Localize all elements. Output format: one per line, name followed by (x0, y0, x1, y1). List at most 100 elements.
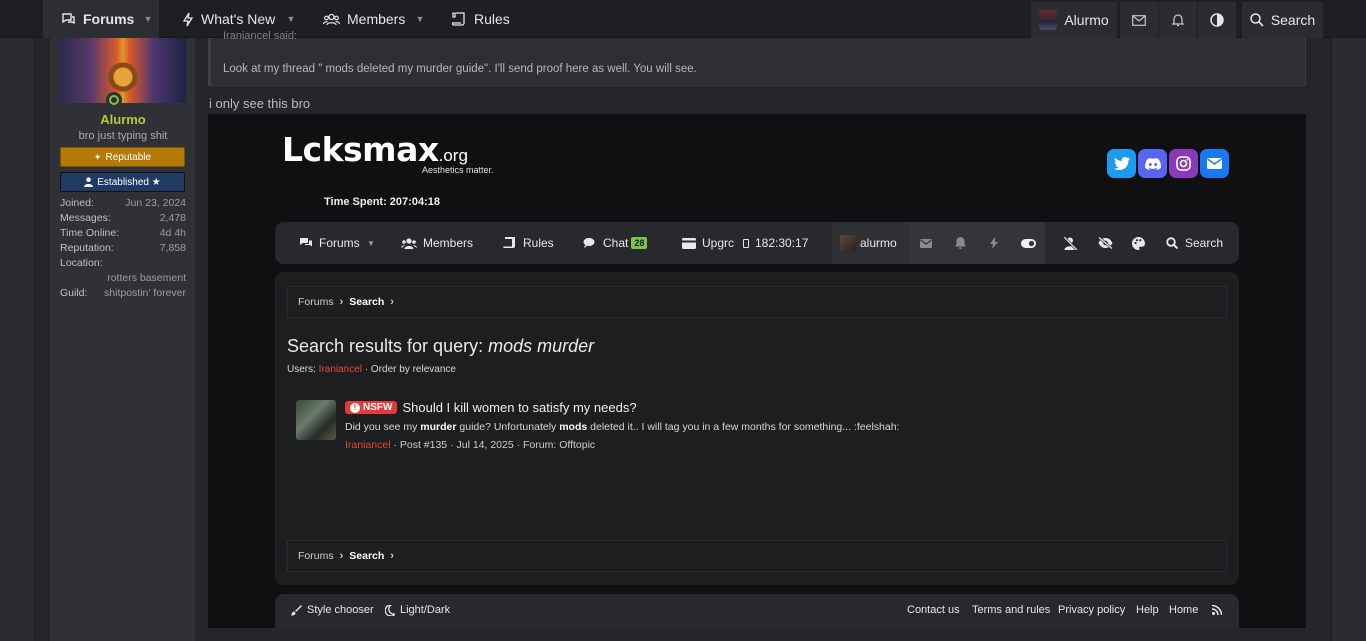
inbox-button[interactable] (1120, 2, 1158, 38)
quote-text: Look at my thread " mods deleted my murd… (223, 63, 697, 75)
avatar (1039, 10, 1058, 30)
user-name-link[interactable]: Alurmo (50, 112, 196, 127)
meta-users-label: Users: (287, 364, 319, 375)
stat-value: Jun 23, 2024 (125, 197, 186, 209)
page-title: Search results for query: mods murder (287, 336, 594, 357)
help-link[interactable]: Help (1136, 604, 1159, 616)
style-chooser-link[interactable]: Style chooser (291, 604, 374, 616)
nav-forums-label: Forums (83, 11, 135, 27)
embedded-nav-upgrade[interactable]: Upgrc (682, 222, 734, 264)
stat-label: Joined: (60, 197, 94, 209)
envelope-icon (1132, 14, 1146, 26)
theme-toggle-button[interactable] (1198, 2, 1236, 38)
nsfw-badge-label: NSFW (363, 402, 393, 413)
meta-order: · Order by relevance (362, 364, 456, 375)
chevron-down-icon[interactable]: ▼ (367, 222, 375, 264)
user-icon (84, 177, 94, 187)
stat-label: Location: (60, 257, 103, 269)
stat-time-online: Time Online: 4d 4h (60, 226, 186, 241)
bolt-icon (182, 12, 194, 26)
attached-screenshot[interactable]: Lcksmax.org Aesthetics matter. Time Spen… (208, 114, 1306, 628)
privacy-link[interactable]: Privacy policy (1058, 604, 1125, 616)
nsfw-badge: ! NSFW (345, 401, 398, 414)
stat-location: Location: (60, 256, 186, 271)
nav-rules-label: Rules (474, 11, 510, 27)
user-stats: Joined: Jun 23, 2024 Messages: 2,478 Time … (60, 196, 186, 301)
reputable-badge-label: Reputable (105, 151, 152, 163)
snippet-highlight: murder (420, 421, 457, 433)
embedded-nav-rules-label: Rules (523, 236, 554, 250)
breadcrumb-search[interactable]: Search (349, 296, 384, 308)
nav-whats-new-label: What's New (201, 11, 276, 27)
embedded-nav-upgrade-label: Upgrc (702, 236, 735, 250)
result-meta: Iraniancel · Post #135 · Jul 14, 2025 · … (345, 439, 595, 451)
user-avatar[interactable] (60, 38, 186, 103)
user-name: Alurmo (1064, 12, 1109, 28)
alerts-button[interactable] (1159, 2, 1197, 38)
embedded-nav-chat[interactable]: Chat 28 (583, 222, 648, 264)
top-nav: Forums ▼ What's New ▼ Members ▼ Rules Al… (0, 0, 1366, 38)
logo-tagline: Aesthetics matter. (422, 165, 494, 175)
terms-link[interactable]: Terms and rules (972, 604, 1050, 616)
home-link[interactable]: Home (1169, 604, 1198, 616)
breadcrumb-forums[interactable]: Forums (298, 296, 334, 308)
search-label: Search (1270, 12, 1316, 28)
user-menu[interactable]: Alurmo (1031, 2, 1117, 38)
credit-card-icon (682, 237, 696, 249)
contact-us-link[interactable]: Contact us (907, 604, 960, 616)
quote-block: Iraniancel said: Look at my thread " mod… (208, 30, 1306, 86)
snippet-text: Did you see my (345, 421, 421, 433)
users-icon (323, 13, 340, 25)
embedded-timer: 182:30:17 (743, 222, 808, 264)
bolt-icon[interactable] (977, 222, 1011, 264)
bell-icon[interactable] (943, 222, 977, 264)
embedded-nav-forums[interactable]: Forums (299, 222, 360, 264)
stat-value: 2,478 (159, 212, 186, 224)
rss-icon[interactable] (1211, 604, 1223, 618)
palette-icon[interactable] (1121, 222, 1155, 264)
user-slash-icon[interactable] (1053, 222, 1087, 264)
embedded-search-button[interactable]: Search (1165, 222, 1223, 264)
email-icon (1200, 149, 1229, 178)
chat-count-badge: 28 (631, 237, 648, 249)
phone-icon (743, 238, 749, 248)
breadcrumb-search[interactable]: Search (349, 550, 384, 562)
toggle-icon[interactable] (1011, 222, 1045, 264)
result-author-link[interactable]: Iraniancel (345, 439, 391, 451)
envelope-icon[interactable] (909, 222, 943, 264)
post-message-text: i only see this bro (209, 96, 311, 111)
nav-members[interactable]: Members (323, 0, 405, 38)
online-indicator-icon (106, 92, 122, 108)
nav-rules[interactable]: Rules (452, 0, 510, 38)
comments-icon (62, 13, 75, 25)
chevron-down-icon[interactable]: ▼ (135, 0, 161, 38)
meta-user-link[interactable]: Iraniancel (319, 364, 362, 375)
chevron-down-icon[interactable]: ▼ (407, 0, 433, 38)
embedded-nav-rules[interactable]: Rules (503, 222, 554, 264)
eye-slash-icon[interactable] (1088, 222, 1122, 264)
snippet-text: deleted it.. I will tag you in a few mon… (587, 421, 900, 433)
search-meta: Users: Iraniancel · Order by relevance (287, 364, 456, 375)
result-title-row: ! NSFW Should I kill women to satisfy my … (345, 400, 637, 415)
stat-value: shitpostin' forever (104, 287, 186, 299)
stat-guild: Guild: shitpostin' forever (60, 286, 186, 301)
result-snippet: Did you see my murder guide? Unfortunate… (345, 421, 899, 433)
user-title: bro just typing shit (78, 130, 168, 142)
stat-value: 4d 4h (159, 227, 186, 239)
embedded-nav-members-label: Members (423, 236, 474, 250)
light-dark-link[interactable]: Light/Dark (385, 604, 450, 616)
stat-label: Messages: (60, 212, 111, 224)
light-dark-label: Light/Dark (400, 604, 451, 616)
breadcrumb-forums[interactable]: Forums (298, 550, 334, 562)
quote-attribution[interactable]: Iraniancel said: (223, 30, 297, 42)
stat-value: 7,858 (159, 242, 186, 254)
result-title-link[interactable]: Should I kill women to satisfy my needs? (402, 400, 636, 415)
message-user-sidebar: Alurmo bro just typing shit ✦ Reputable … (50, 38, 196, 641)
result-avatar[interactable] (296, 400, 336, 440)
embedded-nav-members[interactable]: Members (401, 222, 473, 264)
chevron-right-icon: › (339, 550, 344, 562)
contrast-icon (1210, 13, 1224, 27)
site-logo: Lcksmax.org Aesthetics matter. (282, 130, 494, 175)
embedded-user-menu[interactable]: alurmo (832, 222, 909, 264)
search-button[interactable]: Search (1242, 2, 1323, 38)
